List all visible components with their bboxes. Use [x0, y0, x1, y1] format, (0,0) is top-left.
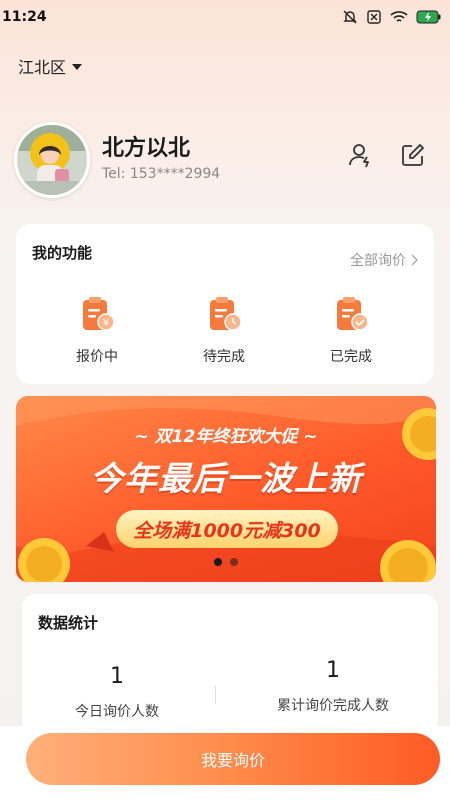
promo-banner[interactable]: ~ 双12年终狂欢大促 ~ 今年最后一波上新 全场满1000元减300 — [16, 396, 436, 582]
banner-headline: 今年最后一波上新 — [90, 459, 362, 498]
func-label: 报价中 — [76, 349, 118, 365]
status-icons — [342, 9, 442, 25]
user-switch-icon — [349, 144, 369, 168]
func-pending[interactable]: 待完成 — [174, 294, 274, 366]
edit-icon — [402, 144, 424, 166]
wifi-icon — [390, 10, 408, 24]
switch-account-button[interactable] — [346, 140, 376, 170]
chevron-right-icon — [411, 254, 418, 266]
banner-subtitle: ~ 双12年终狂欢大促 ~ — [134, 427, 318, 447]
banner-pill: 全场满1000元减300 — [116, 510, 338, 548]
profile-header: 北方以北 Tel: 153****2994 — [14, 122, 434, 202]
stat-label: 累计询价完成人数 — [277, 698, 389, 714]
clipboard-clock-icon — [204, 294, 244, 334]
user-name: 北方以北 — [102, 136, 191, 161]
location-label: 江北区 — [18, 58, 67, 77]
sim-off-icon — [366, 9, 382, 25]
banner-pagination — [16, 558, 436, 566]
location-selector[interactable]: 江北区 — [18, 54, 83, 78]
stat-label: 今日询价人数 — [75, 704, 159, 720]
user-phone: Tel: 153****2994 — [102, 166, 221, 182]
status-bar: 11:24 — [0, 0, 450, 34]
bell-muted-icon — [342, 9, 358, 25]
clipboard-check-icon — [331, 294, 371, 334]
status-time: 11:24 — [2, 9, 47, 25]
stat-value: 1 — [326, 658, 340, 683]
inquire-button[interactable]: 我要询价 — [26, 733, 440, 785]
avatar[interactable] — [14, 122, 90, 198]
pagination-dot-1[interactable] — [214, 558, 222, 566]
stats-title: 数据统计 — [38, 614, 99, 632]
stat-total-completed: 1 累计询价完成人数 — [238, 658, 428, 715]
all-inquiries-label: 全部询价 — [350, 253, 406, 269]
func-completed[interactable]: 已完成 — [301, 294, 401, 366]
edit-profile-button[interactable] — [398, 140, 428, 170]
functions-title: 我的功能 — [32, 244, 93, 262]
data-stats-card: 数据统计 1 今日询价人数 1 累计询价完成人数 — [22, 594, 438, 734]
my-functions-card: 我的功能 全部询价 ¥ 报价中 待完成 已完成 — [16, 224, 434, 384]
stat-divider — [215, 686, 216, 704]
pagination-dot-2[interactable] — [230, 558, 238, 566]
clipboard-yen-icon: ¥ — [77, 294, 117, 334]
battery-icon — [416, 10, 442, 24]
func-label: 已完成 — [330, 349, 372, 365]
all-inquiries-link[interactable]: 全部询价 — [350, 250, 418, 270]
svg-text:¥: ¥ — [103, 318, 109, 329]
func-label: 待完成 — [203, 349, 245, 365]
caret-down-icon — [72, 64, 83, 70]
func-quoting[interactable]: ¥ 报价中 — [47, 294, 147, 366]
stat-today-inquiries: 1 今日询价人数 — [22, 664, 212, 721]
stat-value: 1 — [110, 664, 124, 689]
